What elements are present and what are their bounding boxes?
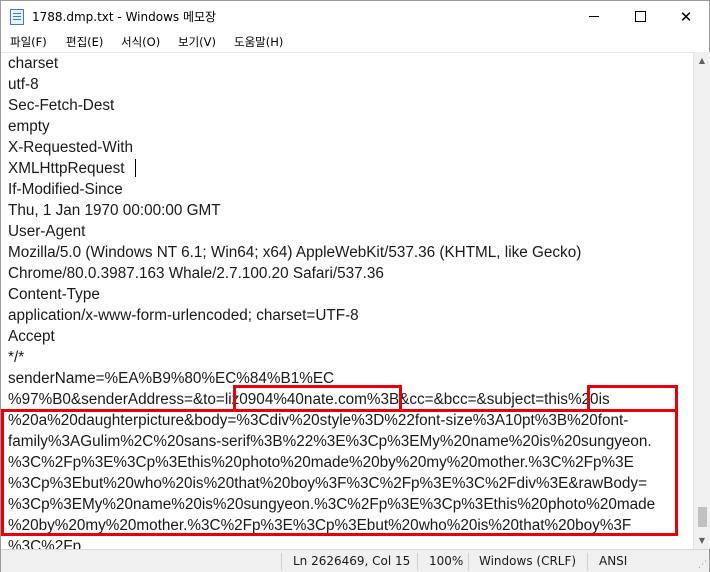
menu-edit[interactable]: 편집(E) (66, 34, 103, 50)
cursor-position: Ln 2626469, Col 15 (293, 554, 411, 568)
text-line: %3C%2Fp (8, 538, 82, 549)
text-line: Mozilla/5.0 (Windows NT 6.1; Win64; x64)… (8, 244, 582, 261)
status-divider (587, 553, 588, 570)
zoom-level: 100% (429, 554, 464, 568)
scroll-down-icon[interactable]: ▼ (694, 532, 710, 549)
status-divider (281, 553, 282, 570)
vertical-scrollbar[interactable]: ▲ ▼ (693, 52, 710, 549)
scroll-thumb[interactable] (698, 507, 707, 527)
text-line: If-Modified-Since (8, 181, 123, 198)
status-divider (417, 553, 418, 570)
line-ending: Windows (CRLF) (479, 554, 577, 568)
maximize-button[interactable] (617, 1, 663, 32)
menu-view[interactable]: 보기(V) (178, 34, 216, 50)
scroll-up-icon[interactable]: ▲ (694, 52, 710, 69)
text-line: User-Agent (8, 223, 86, 240)
text-line: Sec-Fetch-Dest (8, 97, 115, 114)
menu-help[interactable]: 도움말(H) (234, 34, 283, 50)
text-caret (135, 159, 136, 177)
close-button[interactable]: ✕ (663, 1, 709, 32)
menu-file[interactable]: 파일(F) (10, 34, 47, 50)
text-line: XMLHttpRequest (8, 160, 125, 177)
text-line: empty (8, 118, 50, 135)
body-highlight-box (1, 409, 678, 536)
title-bar[interactable]: 1788.dmp.txt - Windows 메모장 ✕ (1, 1, 709, 32)
text-line: X-Requested-With (8, 139, 133, 156)
menu-bar: 파일(F) 편집(E) 서식(O) 보기(V) 도움말(H) (1, 32, 709, 52)
encoding: ANSI (599, 554, 628, 568)
status-bar: Ln 2626469, Col 15 100% Windows (CRLF) A… (1, 549, 709, 572)
notepad-icon (10, 9, 24, 25)
recipient-highlight-box (233, 385, 402, 412)
subject-highlight-box (587, 385, 678, 412)
text-line: charset (8, 55, 59, 72)
text-line: application/x-www-form-urlencoded; chars… (8, 307, 359, 324)
menu-format[interactable]: 서식(O) (121, 34, 160, 50)
text-line: */* (8, 349, 25, 366)
text-line: Thu, 1 Jan 1970 00:00:00 GMT (8, 202, 221, 219)
minimize-button[interactable] (571, 1, 617, 32)
window-title: 1788.dmp.txt - Windows 메모장 (32, 10, 217, 24)
notepad-window: 1788.dmp.txt - Windows 메모장 ✕ 파일(F) 편집(E)… (0, 0, 710, 572)
resize-grip-icon[interactable]: ⋰ (698, 560, 707, 570)
text-line: Chrome/80.0.3987.163 Whale/2.7.100.20 Sa… (8, 265, 384, 282)
text-editor[interactable]: charset utf-8 Sec-Fetch-Dest empty X-Req… (1, 52, 693, 549)
text-line: utf-8 (8, 76, 39, 93)
minimize-icon (589, 16, 599, 17)
status-divider (468, 553, 469, 570)
text-line: Accept (8, 328, 55, 345)
text-line: Content-Type (8, 286, 100, 303)
maximize-icon (634, 11, 646, 22)
close-icon: ✕ (679, 7, 693, 26)
